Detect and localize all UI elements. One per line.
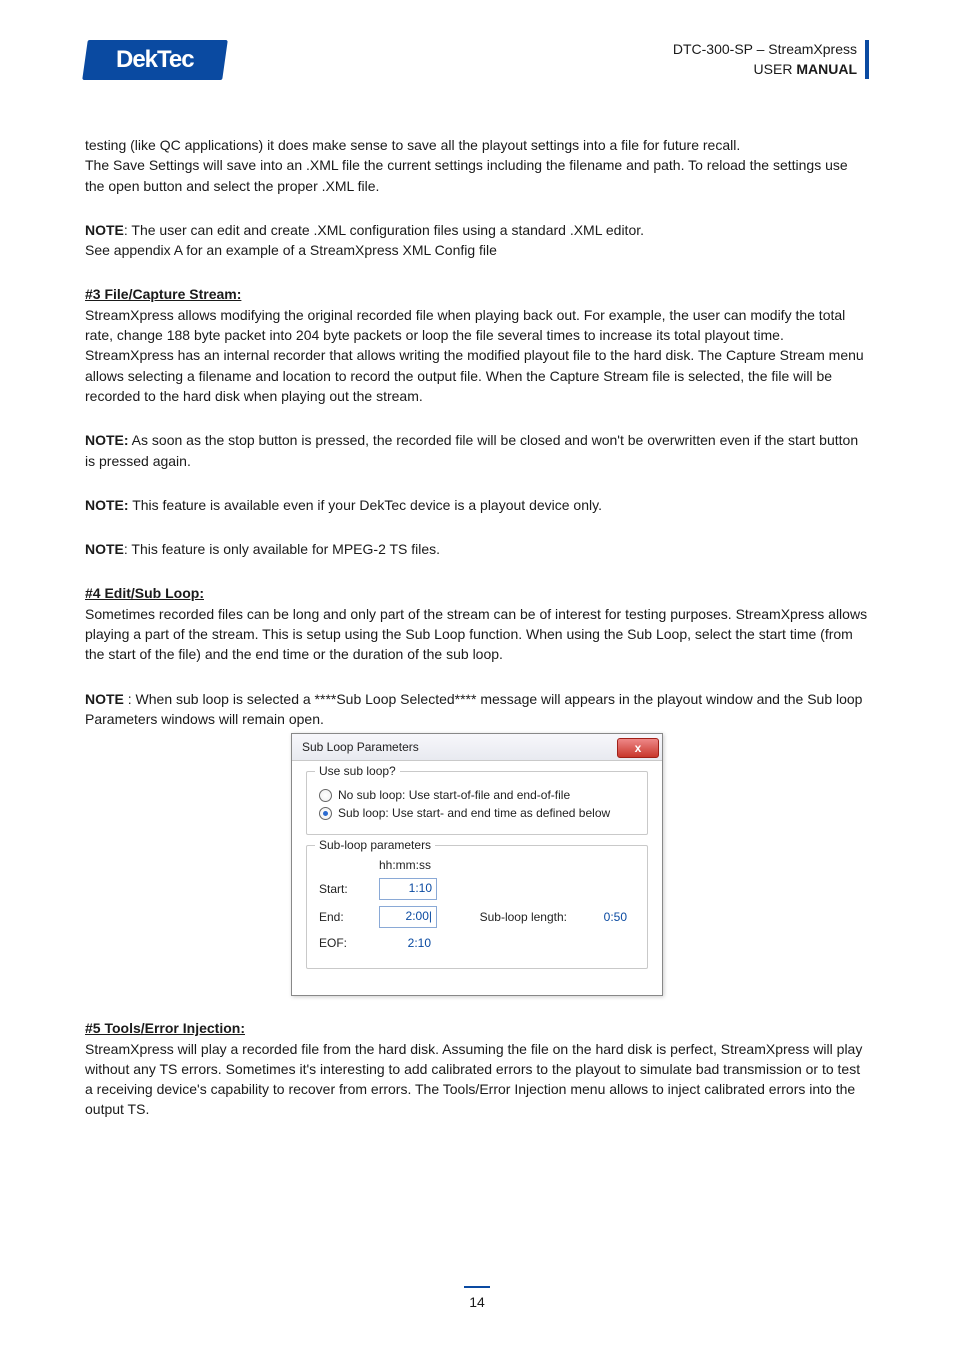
subloop-params-group: Sub-loop parameters hh:mm:ss Start: 1:10… [306, 845, 648, 969]
product-name: DTC-300-SP – StreamXpress [673, 40, 857, 60]
section-heading: #5 Tools/Error Injection: [85, 1018, 869, 1038]
length-value: 0:50 [575, 908, 631, 926]
logo: DekTec [82, 40, 228, 80]
note: NOTE: This feature is available even if … [85, 495, 869, 515]
group-label: Sub-loop parameters [315, 838, 435, 852]
group-label: Use sub loop? [315, 764, 400, 778]
end-input[interactable]: 2:00| [379, 906, 437, 928]
note: NOTE: The user can edit and create .XML … [85, 220, 869, 240]
radio-label: No sub loop: Use start-of-file and end-o… [338, 788, 570, 802]
row-label: Sub-loop length: [439, 910, 575, 924]
paragraph: See appendix A for an example of a Strea… [85, 240, 869, 260]
close-icon: x [635, 741, 642, 755]
section-heading: #4 Edit/Sub Loop: [85, 583, 869, 603]
page-number: 14 [469, 1294, 485, 1310]
row-label: Start: [319, 882, 379, 896]
page-header: DekTec DTC-300-SP – StreamXpress USER MA… [85, 40, 869, 80]
note: NOTE : When sub loop is selected a ****S… [85, 689, 869, 730]
paragraph: The Save Settings will save into an .XML… [85, 155, 869, 196]
radio-label: Sub loop: Use start- and end time as def… [338, 806, 610, 820]
radio-no-subloop[interactable]: No sub loop: Use start-of-file and end-o… [319, 788, 635, 802]
row-label: End: [319, 910, 379, 924]
column-header: hh:mm:ss [379, 858, 439, 872]
header-right: DTC-300-SP – StreamXpress USER MANUAL [673, 40, 869, 79]
radio-icon [319, 807, 332, 820]
section-heading: #3 File/Capture Stream: [85, 284, 869, 304]
close-button[interactable]: x [617, 738, 659, 758]
subloop-dialog: Sub Loop Parameters x Use sub loop? No s… [291, 733, 663, 996]
use-subloop-group: Use sub loop? No sub loop: Use start-of-… [306, 771, 648, 835]
note: NOTE: As soon as the stop button is pres… [85, 430, 869, 471]
row-label: EOF: [319, 936, 379, 950]
radio-icon [319, 789, 332, 802]
page-footer: 14 [0, 1286, 954, 1310]
paragraph: testing (like QC applications) it does m… [85, 135, 869, 155]
start-input[interactable]: 1:10 [379, 878, 437, 900]
dialog-titlebar: Sub Loop Parameters x [292, 734, 662, 761]
eof-value: 2:10 [379, 934, 435, 952]
page-body: testing (like QC applications) it does m… [85, 135, 869, 1120]
paragraph: StreamXpress will play a recorded file f… [85, 1039, 869, 1120]
note: NOTE: This feature is only available for… [85, 539, 869, 559]
dialog-title: Sub Loop Parameters [302, 740, 419, 754]
radio-subloop[interactable]: Sub loop: Use start- and end time as def… [319, 806, 635, 820]
paragraph: Sometimes recorded files can be long and… [85, 604, 869, 665]
doc-type: USER MANUAL [673, 60, 857, 80]
paragraph: StreamXpress allows modifying the origin… [85, 305, 869, 406]
